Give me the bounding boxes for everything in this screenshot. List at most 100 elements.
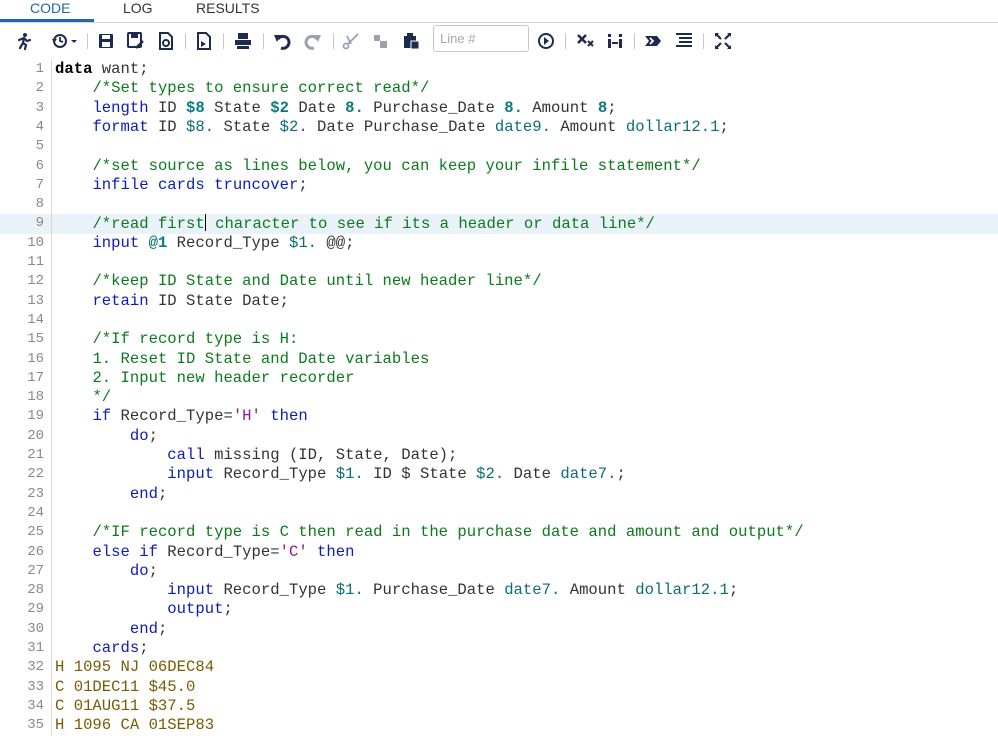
line-number: 16 — [27, 350, 44, 367]
code-text[interactable]: cards; — [55, 639, 148, 658]
outline-icon[interactable] — [674, 31, 694, 51]
print-icon[interactable] — [233, 31, 253, 51]
format-code-icon[interactable] — [605, 31, 625, 51]
line-number: 6 — [35, 157, 44, 174]
code-line[interactable]: 33 C 01DEC11 $45.0 — [0, 678, 998, 697]
code-line[interactable]: 34 C 01AUG11 $37.5 — [0, 697, 998, 716]
line-number: 5 — [35, 138, 44, 155]
code-text[interactable]: 1. Reset ID State and Date variables — [55, 350, 429, 369]
code-text[interactable]: do; — [55, 427, 158, 446]
code-line[interactable]: 35 H 1096 CA 01SEP83 — [0, 716, 998, 735]
code-line[interactable]: 30 end; — [0, 620, 998, 639]
code-line[interactable]: 8 — [0, 195, 998, 214]
code-toolbar — [0, 23, 998, 59]
code-line[interactable]: 13 retain ID State Date; — [0, 292, 998, 311]
code-line[interactable]: 15 /*If record type is H: — [0, 330, 998, 349]
history-icon[interactable] — [50, 31, 80, 51]
code-line[interactable]: 22 input Record_Type $1. ID $ State $2. … — [0, 465, 998, 484]
code-line[interactable]: 21 call missing (ID, State, Date); — [0, 446, 998, 465]
run-icon[interactable] — [14, 31, 34, 51]
code-line[interactable]: 5 — [0, 137, 998, 156]
code-text[interactable]: H 1095 NJ 06DEC84 — [55, 658, 214, 677]
code-text[interactable]: data want; — [55, 60, 149, 79]
line-number: 18 — [27, 389, 44, 406]
code-line[interactable]: 17 2. Input new header recorder — [0, 369, 998, 388]
code-text[interactable]: /*read first character to see if its a h… — [55, 214, 655, 234]
code-text[interactable]: length ID $8 State $2 Date 8. Purchase_D… — [55, 99, 616, 118]
go-to-line-icon[interactable] — [537, 31, 555, 51]
code-text[interactable]: H 1096 CA 01SEP83 — [55, 716, 214, 735]
code-line[interactable]: 14 — [0, 311, 998, 330]
code-text[interactable]: retain ID State Date; — [55, 292, 289, 311]
code-text[interactable]: C 01DEC11 $45.0 — [55, 678, 195, 697]
line-number: 11 — [27, 254, 44, 270]
tab-code[interactable]: CODE — [30, 0, 70, 21]
paste-icon[interactable] — [402, 31, 420, 51]
cut-icon[interactable] — [342, 31, 360, 51]
code-line[interactable]: 28 input Record_Type $1. Purchase_Date d… — [0, 581, 998, 600]
code-text[interactable]: else if Record_Type='C' then — [55, 543, 354, 562]
code-text[interactable]: C 01AUG11 $37.5 — [55, 697, 195, 716]
redo-icon[interactable] — [303, 31, 323, 51]
code-line[interactable]: 11 — [0, 253, 998, 272]
code-line[interactable]: 1 data want; — [0, 60, 998, 79]
code-text[interactable]: /*IF record type is C then read in the p… — [55, 523, 803, 542]
line-number: 20 — [27, 427, 44, 444]
undo-icon[interactable] — [272, 31, 292, 51]
tab-log[interactable]: LOG — [123, 0, 153, 21]
code-line[interactable]: 18 */ — [0, 388, 998, 407]
code-text[interactable]: output; — [55, 600, 233, 619]
copy-icon[interactable] — [372, 31, 390, 51]
code-line[interactable]: 20 do; — [0, 427, 998, 446]
code-line[interactable]: 23 end; — [0, 485, 998, 504]
code-text[interactable]: /*keep ID State and Date until new heade… — [55, 272, 541, 291]
code-text[interactable]: 2. Input new header recorder — [55, 369, 354, 388]
code-line[interactable]: 27 do; — [0, 562, 998, 581]
code-line[interactable]: 9 /*read first character to see if its a… — [0, 214, 998, 234]
code-line[interactable]: 26 else if Record_Type='C' then — [0, 543, 998, 562]
tab-results[interactable]: RESULTS — [196, 0, 260, 21]
code-line[interactable]: 4 format ID $8. State $2. Date Purchase_… — [0, 118, 998, 137]
code-line[interactable]: 2 /*Set types to ensure correct read*/ — [0, 79, 998, 98]
clear-icon[interactable] — [575, 31, 595, 51]
line-number: 25 — [27, 524, 44, 541]
code-line[interactable]: 19 if Record_Type='H' then — [0, 407, 998, 426]
code-line[interactable]: 6 /*set source as lines below, you can k… — [0, 157, 998, 176]
line-number: 21 — [27, 447, 44, 463]
code-line[interactable]: 32 H 1095 NJ 06DEC84 — [0, 658, 998, 677]
code-line[interactable]: 10 input @1 Record_Type $1. @@; — [0, 234, 998, 253]
code-text[interactable]: end; — [55, 485, 167, 504]
save-as-icon[interactable] — [127, 31, 145, 51]
code-line[interactable]: 24 — [0, 504, 998, 523]
code-text[interactable]: format ID $8. State $2. Date Purchase_Da… — [55, 118, 728, 137]
code-text[interactable]: /*set source as lines below, you can kee… — [55, 157, 700, 176]
code-line[interactable]: 31 cards; — [0, 639, 998, 658]
code-text[interactable]: input @1 Record_Type $1. @@; — [55, 234, 354, 253]
code-line[interactable]: 7 infile cards truncover; — [0, 176, 998, 195]
save-icon[interactable] — [97, 31, 115, 51]
submit-selection-icon[interactable] — [643, 31, 663, 51]
export-icon[interactable] — [195, 31, 213, 51]
code-text[interactable]: do; — [55, 562, 158, 581]
line-number: 33 — [27, 678, 44, 695]
code-text[interactable]: /*Set types to ensure correct read*/ — [55, 79, 429, 98]
code-text[interactable]: end; — [55, 620, 167, 639]
maximize-icon[interactable] — [713, 31, 733, 51]
code-line[interactable]: 3 length ID $8 State $2 Date 8. Purchase… — [0, 99, 998, 118]
code-line[interactable]: 12 /*keep ID State and Date until new he… — [0, 272, 998, 291]
code-text[interactable]: */ — [55, 388, 111, 407]
code-text[interactable]: /*If record type is H: — [55, 330, 298, 349]
download-icon[interactable] — [157, 31, 175, 51]
line-number-input[interactable] — [433, 25, 529, 52]
code-text[interactable]: call missing (ID, State, Date); — [55, 446, 457, 465]
code-text[interactable]: input Record_Type $1. Purchase_Date date… — [55, 581, 738, 600]
line-number: 27 — [27, 562, 44, 579]
code-text[interactable]: infile cards truncover; — [55, 176, 307, 195]
code-line[interactable]: 29 output; — [0, 600, 998, 619]
code-line[interactable]: 16 1. Reset ID State and Date variables — [0, 350, 998, 369]
code-line[interactable]: 25 /*IF record type is C then read in th… — [0, 523, 998, 542]
line-number: 31 — [27, 640, 44, 656]
code-text[interactable]: if Record_Type='H' then — [55, 407, 307, 426]
code-editor[interactable]: 1 data want; 2 /*Set types to ensure corre… — [0, 59, 998, 736]
code-text[interactable]: input Record_Type $1. ID $ State $2. Dat… — [55, 465, 626, 484]
